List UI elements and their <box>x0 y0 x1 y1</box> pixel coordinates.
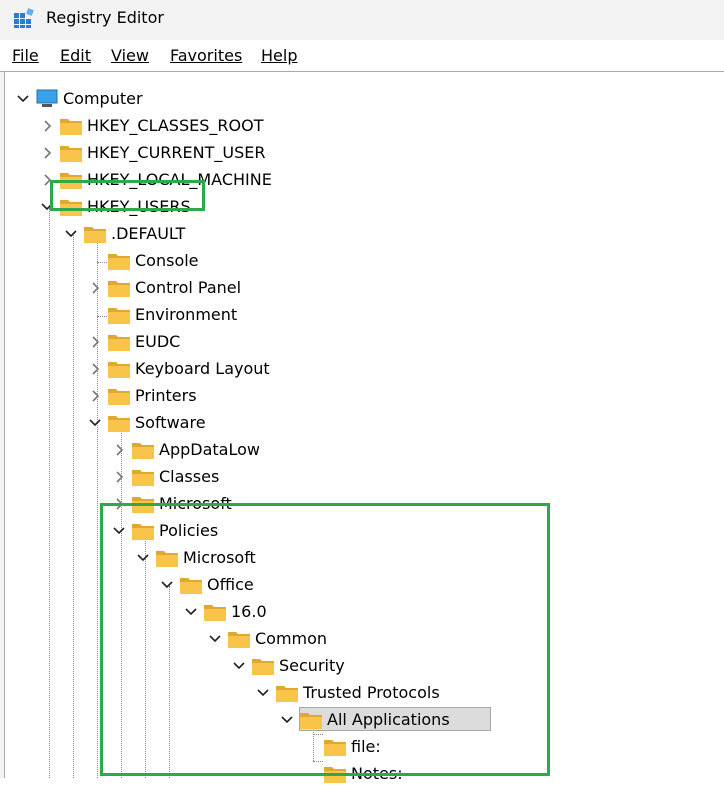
tree-node-label: Computer <box>63 89 143 108</box>
chevron-right-icon[interactable] <box>87 383 103 409</box>
tree-node-label: AppDataLow <box>159 440 260 459</box>
folder-icon <box>131 467 155 487</box>
tree-node-label: Console <box>135 251 199 270</box>
folder-icon <box>107 413 131 433</box>
folder-icon <box>107 386 131 406</box>
folder-icon <box>107 305 131 325</box>
tree-node-default[interactable]: .DEFAULT <box>63 221 705 247</box>
tree-node-classes[interactable]: Classes <box>111 464 705 490</box>
menu-file[interactable]: File <box>12 46 39 66</box>
tree-node-computer[interactable]: Computer <box>15 86 705 112</box>
tree-node-label: Control Panel <box>135 278 242 297</box>
title-bar: Registry Editor <box>0 0 724 40</box>
chevron-down-icon[interactable] <box>63 221 79 247</box>
chevron-right-icon[interactable] <box>87 329 103 355</box>
highlight-box-policies-path <box>100 503 550 776</box>
tree-node-software[interactable]: Software <box>87 410 705 436</box>
registry-editor-icon <box>14 8 34 28</box>
chevron-right-icon[interactable] <box>87 275 103 301</box>
highlight-box-hkey-users <box>50 180 205 211</box>
menu-bar: File Edit View Favorites Help <box>0 40 724 72</box>
chevron-right-icon[interactable] <box>111 437 127 463</box>
chevron-right-icon[interactable] <box>39 113 55 139</box>
folder-icon <box>107 359 131 379</box>
tree-node-label: HKEY_CURRENT_USER <box>87 143 266 162</box>
tree-node-control-panel[interactable]: Control Panel <box>87 275 705 301</box>
folder-icon <box>107 251 131 271</box>
tree-node-label: Keyboard Layout <box>135 359 270 378</box>
tree-node-label: Classes <box>159 467 220 486</box>
chevron-right-icon[interactable] <box>111 464 127 490</box>
menu-help[interactable]: Help <box>261 46 297 66</box>
folder-icon <box>83 224 107 244</box>
tree-node-appdatalow[interactable]: AppDataLow <box>111 437 705 463</box>
menu-edit[interactable]: Edit <box>60 46 91 66</box>
tree-node-environment[interactable]: Environment <box>87 302 705 328</box>
tree-node-hkey-current-user[interactable]: HKEY_CURRENT_USER <box>39 140 705 166</box>
folder-icon <box>59 143 83 163</box>
tree-node-label: EUDC <box>135 332 181 351</box>
window-title: Registry Editor <box>46 8 164 27</box>
tree-node-label: HKEY_CLASSES_ROOT <box>87 116 264 135</box>
menu-favorites[interactable]: Favorites <box>170 46 242 66</box>
tree-guide-line <box>73 235 74 778</box>
tree-node-label: Software <box>135 413 206 432</box>
tree-node-keyboard-layout[interactable]: Keyboard Layout <box>87 356 705 382</box>
tree-node-label: .DEFAULT <box>111 224 186 243</box>
folder-icon <box>107 332 131 352</box>
computer-icon <box>35 89 59 109</box>
folder-icon <box>131 440 155 460</box>
tree-guide-line <box>49 208 50 778</box>
menu-view[interactable]: View <box>111 46 149 66</box>
tree-node-label: Printers <box>135 386 197 405</box>
folder-icon <box>107 278 131 298</box>
chevron-down-icon[interactable] <box>15 86 31 112</box>
tree-node-printers[interactable]: Printers <box>87 383 705 409</box>
chevron-down-icon[interactable] <box>87 410 103 436</box>
chevron-right-icon[interactable] <box>87 356 103 382</box>
tree-node-hkey-classes-root[interactable]: HKEY_CLASSES_ROOT <box>39 113 705 139</box>
tree-node-label: Environment <box>135 305 238 324</box>
chevron-right-icon[interactable] <box>39 140 55 166</box>
tree-node-eudc[interactable]: EUDC <box>87 329 705 355</box>
folder-icon <box>59 116 83 136</box>
tree-node-console[interactable]: Console <box>87 248 705 274</box>
